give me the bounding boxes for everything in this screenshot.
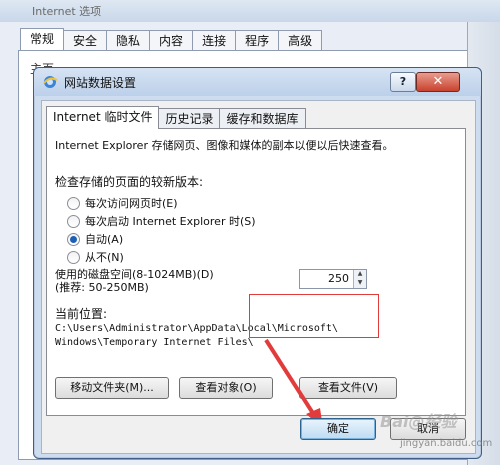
red-arrow-icon bbox=[264, 338, 323, 428]
baidu-watermark: Bai@经验 bbox=[380, 412, 457, 431]
ok-button[interactable]: 确定 bbox=[300, 418, 376, 440]
tab-temporary-internet-files[interactable]: Internet 临时文件 bbox=[46, 106, 160, 129]
baidu-watermark-url: jingyan.baidu.com bbox=[400, 438, 493, 449]
